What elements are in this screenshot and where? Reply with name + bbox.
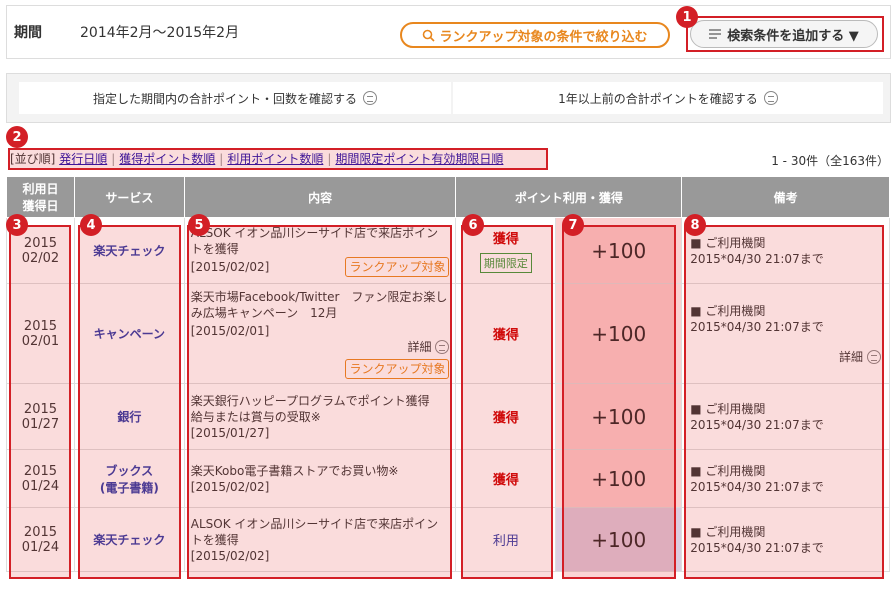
row-date: 2015 02/01 (6, 283, 75, 384)
row-type: 獲得 (455, 283, 557, 384)
callout-badge-6: 6 (462, 214, 484, 236)
totals-confirm-bar: 指定した期間内の合計ポイント・回数を確認する 1年以上前の合計ポイントを確認する (6, 73, 891, 123)
callout-badge-7: 7 (562, 214, 584, 236)
table-row: 2015 01/27 銀行 楽天銀行ハッピープログラムでポイント獲得 給与または賞… (6, 383, 890, 450)
table-row: 2015 01/24 楽天チェック ALSOK イオン品川シーサイド店で来店ポイン… (6, 507, 890, 572)
row-remarks: ■ ご利用機関 2015*04/30 21:07まで (681, 449, 890, 508)
callout-badge-2: 2 (6, 126, 28, 148)
row-date: 2015 01/24 (6, 449, 75, 508)
row-remarks: ■ ご利用機関 2015*04/30 21:07まで (681, 383, 890, 450)
row-date: 2015 01/24 (6, 507, 75, 572)
sort-by-expiry-date[interactable]: 期間限定ポイント有効期限日順 (335, 152, 503, 166)
row-remarks: ■ ご利用機関 2015*04/30 21:07まで (681, 217, 890, 284)
row-points: +100 (555, 383, 683, 450)
period-label: 期間 (14, 25, 42, 41)
rankup-filter-button[interactable]: ランクアップ対象の条件で絞り込む (400, 22, 670, 48)
expand-icon (867, 349, 881, 364)
expand-icon (363, 91, 377, 105)
confirm-period-total-button[interactable]: 指定した期間内の合計ポイント・回数を確認する (19, 82, 451, 114)
period-value: 2014年2月〜2015年2月 (80, 25, 240, 41)
column-header-content: 内容 (183, 176, 457, 218)
confirm-period-total-label: 指定した期間内の合計ポイント・回数を確認する (92, 91, 357, 106)
row-service-link[interactable]: 銀行 (73, 383, 185, 450)
row-content: 楽天銀行ハッピープログラムでポイント獲得 給与または賞与の受取※ [2015/0… (183, 383, 457, 450)
detail-link[interactable]: 詳細 (839, 349, 881, 365)
table-row: 2015 01/24 ブックス (電子書籍) 楽天Kobo電子書籍ストアでお買い物※… (6, 449, 890, 508)
sort-by-issue-date[interactable]: 発行日順 (59, 152, 107, 166)
confirm-older-total-label: 1年以上前の合計ポイントを確認する (558, 91, 758, 106)
row-points: +100 (555, 283, 683, 384)
row-service-link[interactable]: ブックス (電子書籍) (73, 449, 185, 508)
add-search-condition-label: 検索条件を追加する ▼ (727, 28, 859, 44)
sort-by-earned-points[interactable]: 獲得ポイント数順 (119, 152, 215, 166)
rankup-filter-label: ランクアップ対象の条件で絞り込む (439, 29, 648, 45)
expand-icon (435, 339, 450, 354)
table-row: 2015 02/01 キャンペーン 楽天市場Facebook/Twitter ファ… (6, 283, 890, 384)
row-date: 2015 01/27 (6, 383, 75, 450)
limited-time-badge: 期間限定 (479, 253, 532, 273)
row-points: +100 (555, 449, 683, 508)
row-service-link[interactable]: キャンペーン (73, 283, 185, 384)
sort-by-used-points[interactable]: 利用ポイント数順 (227, 152, 323, 166)
table-header-row: 利用日 獲得日 サービス 内容 ポイント利用・獲得 備考 (6, 176, 890, 218)
callout-badge-4: 4 (80, 214, 102, 236)
rankup-target-badge: ランクアップ対象 (345, 256, 450, 277)
rankup-target-badge: ランクアップ対象 (345, 358, 450, 379)
result-count: 1 - 30件（全163件） (771, 154, 889, 168)
row-content: 楽天Kobo電子書籍ストアでお買い物※ [2015/02/02] (183, 449, 457, 508)
row-content: ALSOK イオン品川シーサイド店で来店ポイントを獲得 [2015/02/02]… (183, 217, 457, 284)
sort-options: [並び順] 発行日順 | 獲得ポイント数順 | 利用ポイント数順 | 期間限定ポイント有効期… (10, 152, 504, 166)
row-content: 楽天市場Facebook/Twitter ファン限定お楽しみ広場キャンペーン 1… (183, 283, 457, 384)
row-points: +100 (555, 507, 683, 572)
add-search-condition-button[interactable]: 検索条件を追加する ▼ (690, 20, 878, 48)
search-icon (423, 29, 436, 42)
list-icon (709, 29, 722, 39)
expand-icon (763, 91, 778, 105)
row-remarks: ■ ご利用機関 2015*04/30 21:07まで (681, 507, 890, 572)
row-service-link[interactable]: 楽天チェック (73, 507, 185, 572)
column-header-service: サービス (73, 176, 185, 218)
table-row: 2015 02/02 楽天チェック ALSOK イオン品川シーサイド店で来店ポイン… (6, 217, 890, 284)
column-header-date: 利用日 獲得日 (6, 176, 75, 218)
callout-badge-3: 3 (6, 214, 28, 236)
row-type: 獲得 (455, 449, 557, 508)
callout-badge-8: 8 (684, 214, 706, 236)
callout-badge-5: 5 (188, 214, 210, 236)
column-header-points: ポイント利用・獲得 (455, 176, 683, 218)
row-remarks: ■ ご利用機関 2015*04/30 21:07まで 詳細 (681, 283, 890, 384)
detail-link[interactable]: 詳細 (407, 339, 450, 355)
callout-badge-1: 1 (676, 6, 698, 28)
confirm-older-total-button[interactable]: 1年以上前の合計ポイントを確認する (453, 82, 883, 114)
sort-prefix: [並び順] (10, 152, 56, 166)
row-content: ALSOK イオン品川シーサイド店で来店ポイントを獲得 [2015/02/02] (183, 507, 457, 572)
row-type: 利用 (455, 507, 557, 572)
column-header-remarks: 備考 (681, 176, 890, 218)
row-type: 獲得 (455, 383, 557, 450)
points-history-table: 利用日 獲得日 サービス 内容 ポイント利用・獲得 備考 2015 02/02 楽天… (6, 176, 890, 572)
